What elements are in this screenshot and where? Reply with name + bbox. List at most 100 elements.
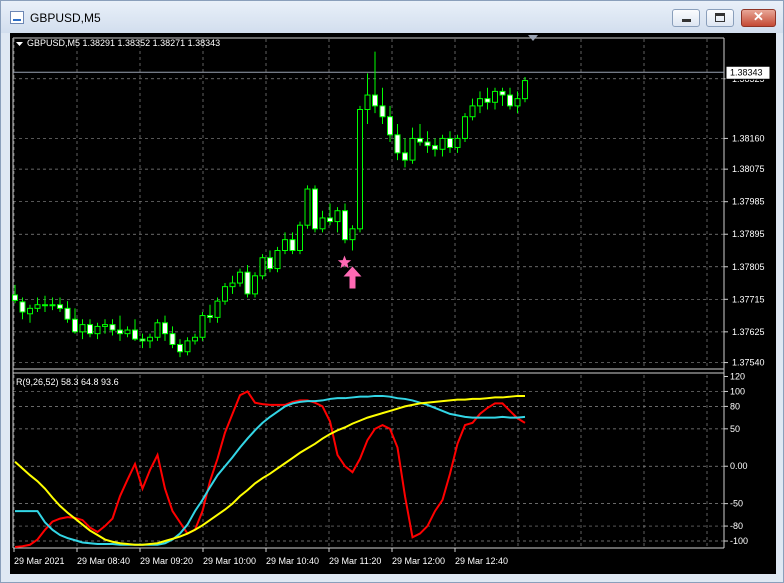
candle-bull <box>229 282 236 288</box>
candle-bull <box>79 324 86 333</box>
close-button[interactable]: ✕ <box>741 9 776 27</box>
candle-bull <box>184 340 191 353</box>
indicator-tick-label: -50 <box>730 499 743 509</box>
candle-bear <box>499 90 506 96</box>
candle-bear <box>312 188 318 230</box>
candle-bull <box>192 336 198 342</box>
candle-bear <box>417 137 423 143</box>
candle-bear <box>169 333 176 345</box>
candle-bull <box>199 315 206 338</box>
time-tick-label: 29 Mar 11:20 <box>329 556 381 566</box>
price-tick-label: 1.37895 <box>732 229 765 239</box>
maximize-icon <box>715 13 725 22</box>
candle-bull <box>154 322 161 338</box>
price-tick-label: 1.37805 <box>732 262 765 272</box>
candle-bear <box>402 152 408 161</box>
candle-bear <box>379 105 386 118</box>
candle-bear <box>387 116 393 136</box>
indicator-panel-header: R(9,26,52) 58.3 64.8 93.6 <box>16 377 119 387</box>
candle-bull <box>522 80 528 100</box>
candle-bear <box>484 98 491 103</box>
candle-bull <box>94 325 101 335</box>
candle-bear <box>342 210 348 241</box>
candle-bull <box>409 137 416 161</box>
maximize-button[interactable] <box>706 9 734 27</box>
price-tick-label: 1.37715 <box>732 294 765 304</box>
window-title: GBPUSD,M5 <box>30 11 101 25</box>
candle-bear <box>424 141 431 147</box>
time-tick-label: 29 Mar 2021 <box>14 556 65 566</box>
chart-app-icon <box>10 11 24 24</box>
price-tick-label: 1.38075 <box>732 164 765 174</box>
candle-bull <box>469 105 476 118</box>
candle-bull <box>282 239 288 251</box>
candle-bear <box>372 94 378 107</box>
candle-bear <box>177 344 183 353</box>
candle-bear <box>289 239 296 251</box>
indicator-tick-label: 100 <box>730 386 745 396</box>
close-icon: ✕ <box>753 9 764 24</box>
time-tick-label: 29 Mar 12:00 <box>392 556 445 566</box>
candle-bull <box>34 304 41 309</box>
title-bar[interactable]: GBPUSD,M5 ✕ <box>1 1 783 33</box>
candle-bull <box>102 324 108 327</box>
price-tick-label: 1.37985 <box>732 197 765 207</box>
candle-bull <box>349 228 356 241</box>
time-tick-label: 29 Mar 10:00 <box>203 556 256 566</box>
indicator-tick-label: 80 <box>730 401 740 411</box>
time-tick-label: 29 Mar 12:40 <box>455 556 508 566</box>
main-panel-header: GBPUSD,M5 1.38291 1.38352 1.38271 1.3834… <box>27 38 220 48</box>
candle-bear <box>432 145 438 150</box>
price-tick-label: 1.37625 <box>732 327 765 337</box>
candle-bear <box>72 318 78 333</box>
chart-background <box>10 33 776 574</box>
candle-bull <box>147 336 153 342</box>
candle-bear <box>162 322 168 335</box>
chart-window: GBPUSD,M5 ✕ 1.383251.381601.380751.37985… <box>0 0 784 583</box>
time-tick-label: 29 Mar 10:40 <box>266 556 319 566</box>
time-tick-label: 29 Mar 08:40 <box>77 556 130 566</box>
candle-bull <box>222 286 228 302</box>
current-price-label: 1.38343 <box>730 67 763 77</box>
candle-bull <box>259 257 266 277</box>
indicator-tick-label: 0.00 <box>730 461 748 471</box>
candle-bear <box>19 301 26 313</box>
candle-bear <box>507 94 513 107</box>
indicator-tick-label: -80 <box>730 521 743 531</box>
candle-bull <box>27 307 33 315</box>
candle-bear <box>12 294 18 301</box>
minimize-button[interactable] <box>672 9 700 27</box>
candle-bull <box>462 116 468 139</box>
candle-bear <box>117 329 123 335</box>
candle-bear <box>132 329 138 340</box>
candle-bear <box>394 134 401 154</box>
candle-bull <box>49 304 56 307</box>
candle-bear <box>447 137 453 148</box>
price-tick-label: 1.37540 <box>732 358 765 368</box>
candle-bear <box>109 324 116 331</box>
candle-bear <box>207 315 213 318</box>
candle-bull <box>124 329 131 335</box>
candle-bull <box>477 98 483 107</box>
candle-bear <box>139 338 146 342</box>
candle-bull <box>214 300 221 318</box>
candle-bull <box>319 217 326 230</box>
indicator-tick-label: -100 <box>730 536 748 546</box>
candle-bull <box>357 109 363 230</box>
chart-area[interactable]: 1.383251.381601.380751.379851.378951.378… <box>10 33 776 574</box>
candle-bear <box>267 257 273 270</box>
candle-bull <box>297 224 303 251</box>
price-tick-label: 1.38160 <box>732 133 765 143</box>
indicator-tick-label: 50 <box>730 424 740 434</box>
chart-canvas[interactable]: 1.383251.381601.380751.379851.378951.378… <box>10 33 776 574</box>
candle-bear <box>244 271 251 295</box>
candle-bear <box>327 217 333 223</box>
candle-bull <box>364 94 371 110</box>
candle-bull <box>334 210 341 223</box>
candle-bull <box>237 271 243 284</box>
candle-bull <box>454 137 461 148</box>
candle-bull <box>514 98 521 107</box>
candle-bull <box>252 275 258 295</box>
candle-bull <box>439 137 446 150</box>
indicator-tick-label: 120 <box>730 371 745 381</box>
